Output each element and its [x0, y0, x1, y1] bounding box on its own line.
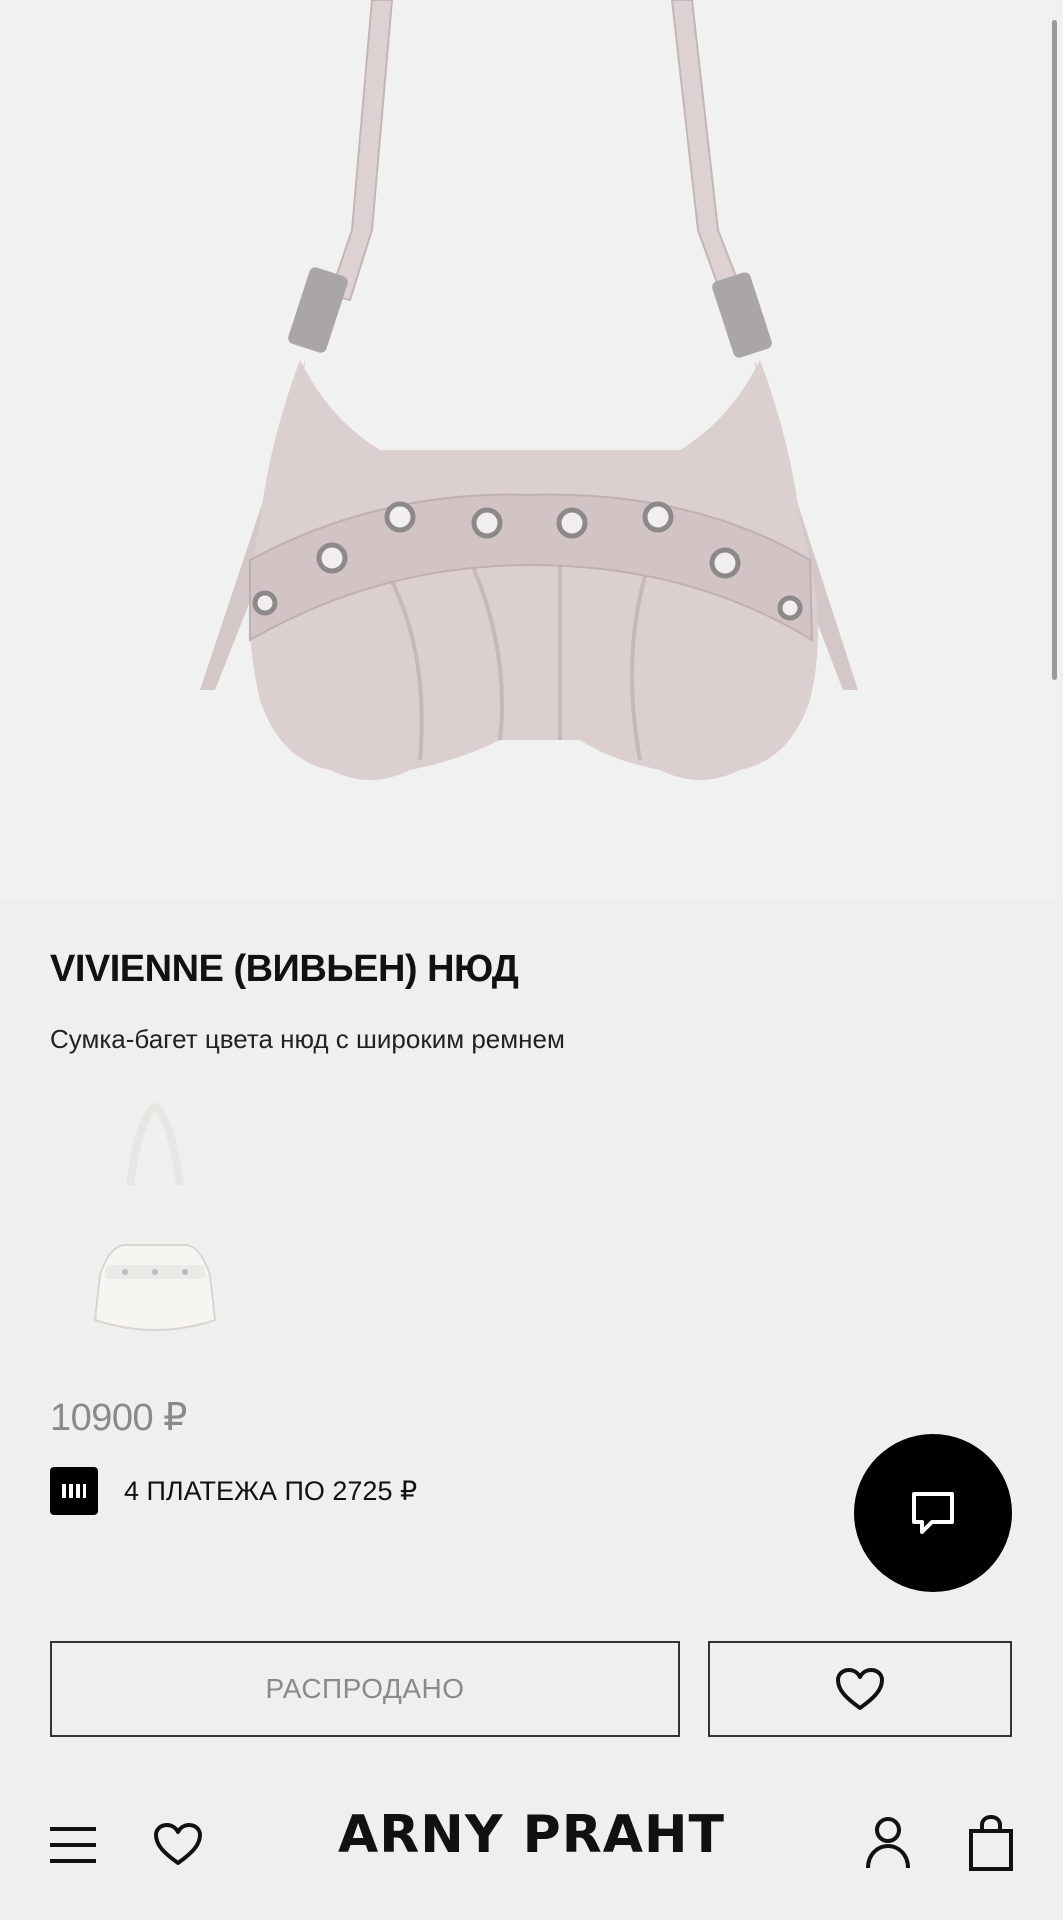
product-price: 10900 ₽	[50, 1397, 187, 1439]
scrollbar[interactable]	[1052, 20, 1057, 680]
installment-info[interactable]: 4 ПЛАТЕЖА ПО 2725 ₽	[50, 1467, 417, 1515]
installment-text: 4 ПЛАТЕЖА ПО 2725 ₽	[124, 1475, 418, 1506]
chat-button[interactable]	[854, 1434, 1012, 1592]
bottom-navigation: ARNY PRAHT	[0, 1785, 1063, 1905]
installment-icon	[50, 1467, 98, 1515]
chat-icon	[912, 1492, 954, 1534]
account-button[interactable]	[862, 1815, 914, 1871]
bag-icon	[969, 1815, 1013, 1871]
user-icon	[866, 1817, 910, 1869]
add-to-favorites-button[interactable]	[708, 1641, 1012, 1737]
product-description: Сумка-багет цвета нюд с широким ремнем	[50, 1024, 565, 1054]
product-title: VIVIENNE (ВИВЬЕН) НЮД	[50, 948, 519, 990]
cart-button[interactable]	[966, 1813, 1016, 1873]
sold-out-button[interactable]: РАСПРОДАНО	[50, 1641, 680, 1737]
color-variant-thumbnail[interactable]	[70, 1095, 240, 1345]
scrollbar-thumb[interactable]	[1052, 20, 1057, 680]
product-image[interactable]	[0, 0, 1063, 900]
heart-icon	[836, 1668, 884, 1710]
